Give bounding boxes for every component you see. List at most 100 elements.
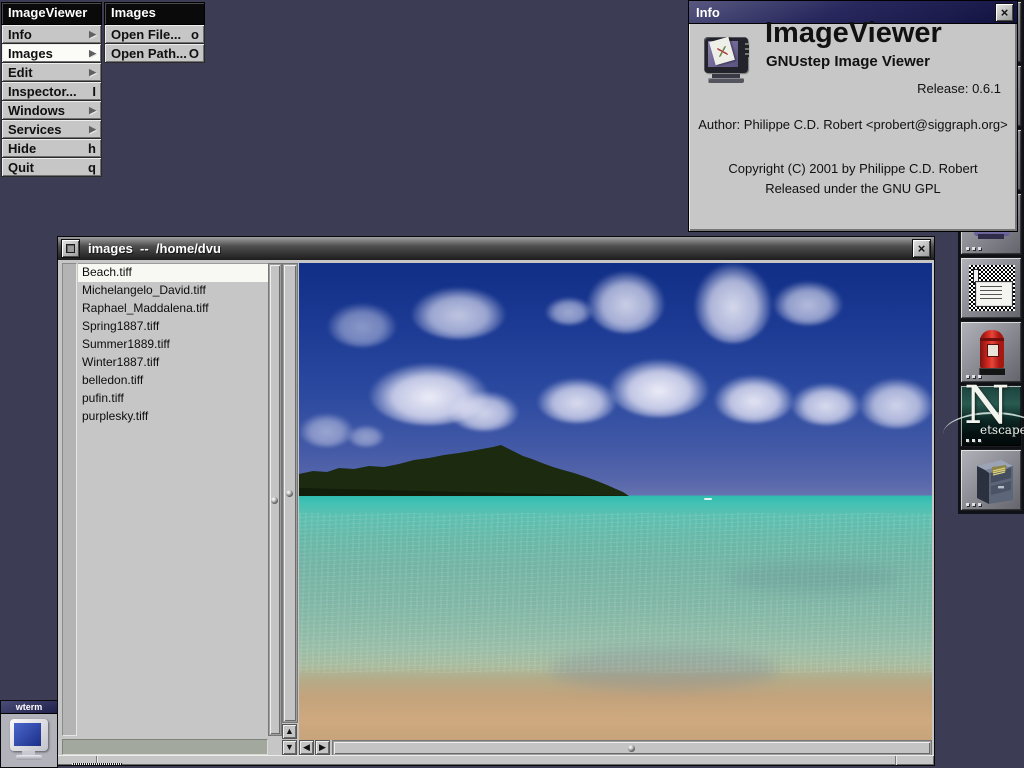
miniwindow-title: wterm	[1, 701, 57, 714]
postbox-icon	[979, 330, 1005, 376]
list-horizontal-scrollbar-track[interactable]	[62, 739, 268, 755]
submenu-arrow-icon: ▶	[89, 48, 96, 59]
menu-item-open-path[interactable]: Open Path...O	[104, 44, 205, 63]
cloud	[411, 287, 506, 339]
cloud	[714, 375, 794, 423]
menu-key-label: o	[191, 27, 199, 42]
menu-item-windows[interactable]: Windows▶	[1, 101, 102, 120]
scrollbar-dimple	[286, 490, 293, 497]
scroll-left-icon: ◀	[303, 743, 310, 752]
close-icon: ×	[1001, 6, 1009, 19]
scrollbar-dimple	[271, 497, 278, 504]
info-panel: Info × ImageViewer GNUstep Image Viewer …	[688, 0, 1018, 232]
resize-notch	[895, 756, 896, 765]
list-item[interactable]: Raphael_Maddalena.tiff	[78, 300, 268, 318]
close-button[interactable]: ×	[995, 3, 1014, 22]
submenu-arrow-icon: ▶	[89, 29, 96, 40]
list-item[interactable]: pufin.tiff	[78, 390, 268, 408]
scroll-up-button[interactable]: ▲	[282, 724, 297, 739]
appicon-dots	[966, 439, 981, 442]
list-item[interactable]: belledon.tiff	[78, 372, 268, 390]
main-menu-items: Info▶Images▶Edit▶Inspector...IWindows▶Se…	[1, 25, 102, 177]
cloud	[694, 263, 772, 343]
cloud	[587, 271, 665, 333]
file-list: Beach.tiffMichelangelo_David.tiffRaphael…	[78, 263, 268, 736]
list-left-scrollbar-track[interactable]	[62, 263, 77, 736]
main-menu-title[interactable]: ImageViewer	[1, 2, 102, 25]
mail-icon	[969, 265, 1015, 311]
list-item[interactable]: Spring1887.tiff	[78, 318, 268, 336]
menu-item-inspector[interactable]: Inspector... I	[1, 82, 102, 101]
menu-item-images[interactable]: Images ▶	[1, 44, 102, 63]
menu-key-label: I	[92, 84, 96, 99]
window-content: Beach.tiffMichelangelo_David.tiffRaphael…	[58, 260, 934, 756]
horizon-boat-speck	[704, 498, 712, 500]
menu-item-hide[interactable]: Hideh	[1, 139, 102, 158]
close-icon: ×	[918, 242, 926, 255]
release-label: Release: 0.6.1	[917, 81, 1001, 96]
scrollbar-knob[interactable]	[284, 265, 296, 721]
menu-item-services[interactable]: Services▶	[1, 120, 102, 139]
app-subtitle: GNUstep Image Viewer	[766, 53, 930, 70]
menu-item-info[interactable]: Info▶	[1, 25, 102, 44]
cloud	[773, 281, 843, 325]
menu-item-label: Images	[8, 46, 53, 61]
copyright-label: Copyright (C) 2001 by Philippe C.D. Robe…	[689, 161, 1017, 176]
images-submenu-items: Open File...oOpen Path...O	[104, 25, 205, 63]
menu-item-quit[interactable]: Quitq	[1, 158, 102, 177]
license-label: Released under the GNU GPL	[689, 181, 1017, 196]
list-item[interactable]: Michelangelo_David.tiff	[78, 282, 268, 300]
scrollbar-dimple	[628, 745, 635, 752]
list-vertical-scrollbar[interactable]	[268, 263, 282, 736]
image-canvas-beach	[299, 263, 932, 740]
cloud	[327, 303, 397, 347]
miniaturize-icon	[66, 244, 75, 253]
info-panel-title: Info	[696, 5, 720, 20]
dock-tile-file-cabinet[interactable]	[960, 449, 1022, 511]
miniaturize-button[interactable]	[61, 239, 80, 258]
cloud	[609, 359, 709, 417]
scrollbar-knob[interactable]	[334, 742, 930, 754]
resize-dotted-marker	[72, 763, 122, 765]
menu-item-label: Edit	[8, 65, 33, 80]
scrollbar-knob[interactable]	[270, 265, 280, 734]
images-submenu-title[interactable]: Images	[104, 2, 205, 25]
miniwindow-wterm[interactable]: wterm	[0, 700, 58, 768]
scroll-down-button[interactable]: ▼	[282, 740, 297, 755]
app-name: ImageViewer	[765, 17, 942, 50]
cloud	[791, 383, 861, 425]
dock-tile-netscape[interactable]: N etscape	[960, 385, 1022, 447]
image-vertical-scrollbar[interactable]	[282, 263, 298, 723]
menu-item-open-file[interactable]: Open File...o	[104, 25, 205, 44]
scroll-right-icon: ▶	[319, 743, 326, 752]
cloud	[299, 413, 354, 447]
dock-tile-mail[interactable]	[960, 257, 1022, 319]
scroll-right-button[interactable]: ▶	[315, 740, 330, 755]
menu-item-label: Inspector...	[8, 84, 77, 99]
list-item[interactable]: Beach.tiff	[78, 264, 268, 282]
menu-item-label: Open Path...	[111, 46, 187, 61]
cloud	[545, 297, 593, 325]
window-titlebar[interactable]: images -- /home/dvu ×	[58, 237, 934, 261]
cloud	[859, 378, 932, 428]
scroll-left-button[interactable]: ◀	[299, 740, 314, 755]
close-button[interactable]: ×	[912, 239, 931, 258]
window-resize-bar[interactable]	[58, 755, 934, 765]
submenu-arrow-icon: ▶	[89, 124, 96, 135]
menu-key-label: O	[189, 46, 199, 61]
file-cabinet-icon	[971, 456, 1015, 506]
menu-item-label: Windows	[8, 103, 65, 118]
list-item[interactable]: purplesky.tiff	[78, 408, 268, 426]
list-item[interactable]: Summer1889.tiff	[78, 336, 268, 354]
menu-item-edit[interactable]: Edit▶	[1, 63, 102, 82]
images-submenu: Images Open File...oOpen Path...O	[104, 2, 205, 63]
image-horizontal-scrollbar[interactable]	[332, 740, 932, 756]
sand-shadow	[729, 563, 899, 593]
sand-shadow	[549, 648, 779, 690]
scroll-up-icon: ▲	[285, 727, 294, 736]
dock-tile-postbox[interactable]	[960, 321, 1022, 383]
menu-item-label: Hide	[8, 141, 36, 156]
imageviewer-app-icon	[704, 37, 752, 83]
wterm-terminal-icon	[10, 719, 50, 761]
list-item[interactable]: Winter1887.tiff	[78, 354, 268, 372]
